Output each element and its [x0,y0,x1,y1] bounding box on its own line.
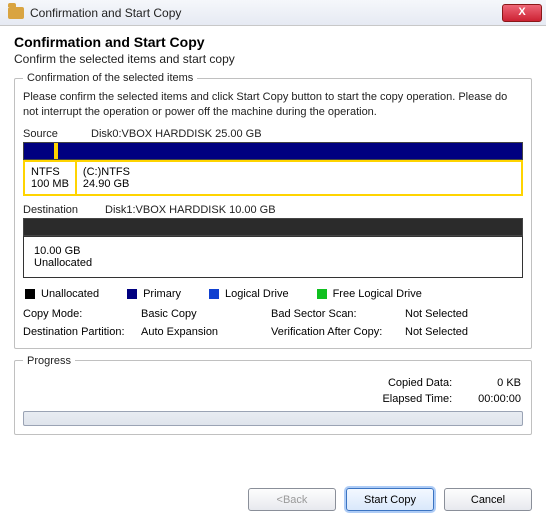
window-title: Confirmation and Start Copy [30,6,502,20]
instruction-text: Please confirm the selected items and cl… [23,90,523,120]
confirmation-groupbox: Confirmation of the selected items Pleas… [14,72,532,349]
legend-unallocated: Unallocated [25,288,99,300]
progress-stats: Copied Data: 0 KB Elapsed Time: 00:00:00 [25,377,521,405]
dest-partition-label: Destination Partition: [23,326,141,338]
copy-mode-label: Copy Mode: [23,308,141,320]
page-title: Confirmation and Start Copy [14,34,532,50]
destination-partition: 10.00 GB Unallocated [23,236,523,278]
elapsed-time-value: 00:00:00 [478,393,521,405]
partition-fs: NTFS [31,166,69,178]
partition-fs: (C:)NTFS [83,166,515,178]
swatch-blue [209,289,219,299]
swatch-navy [127,289,137,299]
copied-data-value: 0 KB [478,377,521,389]
destination-disk: Disk1:VBOX HARDDISK 10.00 GB [105,204,276,216]
progress-bar [23,411,523,426]
copied-data-label: Copied Data: [382,377,452,389]
destination-disk-bar [23,218,523,236]
source-partition-1: (C:)NTFS 24.90 GB [77,162,521,194]
source-partition-0: NTFS 100 MB [25,162,77,194]
confirmation-legend: Confirmation of the selected items [23,72,197,84]
titlebar: Confirmation and Start Copy X [0,0,546,26]
swatch-black [25,289,35,299]
partition-legend: Unallocated Primary Logical Drive Free L… [25,288,521,300]
bad-sector-label: Bad Sector Scan: [271,308,405,320]
partition-size: 100 MB [31,178,69,190]
destination-state: Unallocated [34,257,512,269]
source-disk: Disk0:VBOX HARDDISK 25.00 GB [91,128,262,140]
back-button: <Back [248,488,336,511]
swatch-green [317,289,327,299]
legend-free-logical: Free Logical Drive [317,288,422,300]
source-label: Source [23,128,79,140]
app-icon [8,7,24,19]
elapsed-time-label: Elapsed Time: [382,393,452,405]
progress-legend: Progress [23,355,75,367]
verification-value: Not Selected [405,326,523,338]
legend-primary: Primary [127,288,181,300]
bad-sector-value: Not Selected [405,308,523,320]
cancel-button[interactable]: Cancel [444,488,532,511]
source-header: Source Disk0:VBOX HARDDISK 25.00 GB [23,128,523,140]
destination-header: Destination Disk1:VBOX HARDDISK 10.00 GB [23,204,523,216]
button-row: <Back Start Copy Cancel [14,478,532,515]
dialog-content: Confirmation and Start Copy Confirm the … [0,26,546,525]
destination-size: 10.00 GB [34,245,512,257]
dest-partition-value: Auto Expansion [141,326,271,338]
start-copy-button[interactable]: Start Copy [346,488,434,511]
settings-grid: Copy Mode: Basic Copy Bad Sector Scan: N… [23,308,523,338]
verification-label: Verification After Copy: [271,326,405,338]
destination-label: Destination [23,204,93,216]
progress-groupbox: Progress Copied Data: 0 KB Elapsed Time:… [14,355,532,435]
source-disk-bar [23,142,523,160]
partition-size: 24.90 GB [83,178,515,190]
source-partitions: NTFS 100 MB (C:)NTFS 24.90 GB [23,160,523,196]
legend-logical: Logical Drive [209,288,289,300]
copy-mode-value: Basic Copy [141,308,271,320]
close-button[interactable]: X [502,4,542,22]
page-subtitle: Confirm the selected items and start cop… [14,52,532,66]
